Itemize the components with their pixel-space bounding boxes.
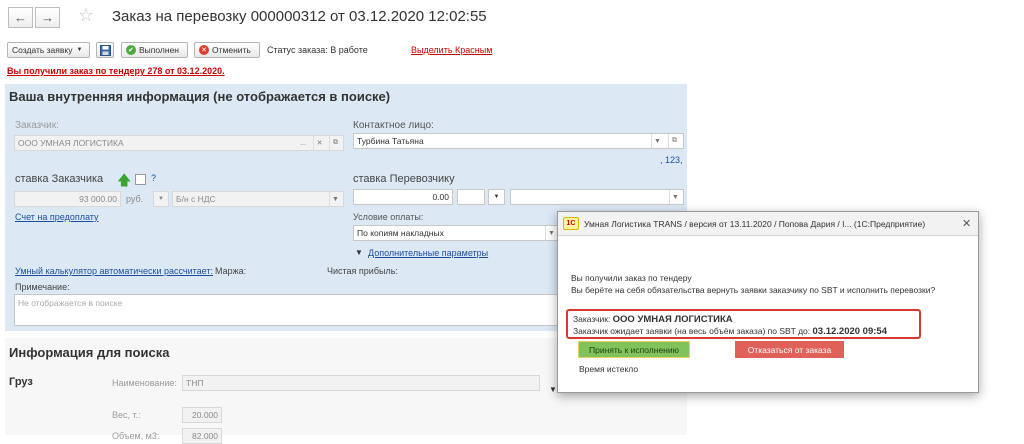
clear-icon: ✕ [313,136,325,150]
save-button[interactable] [96,42,114,58]
arrow-right-icon: → [41,10,54,25]
chevron-down-icon: ▼ [493,194,500,200]
customer-label: Заказчик: [15,120,59,131]
dialog-customer-name: ООО УМНАЯ ЛОГИСТИКА [612,314,733,325]
contact-label: Контактное лицо: [353,120,434,131]
dialog-customer-line: Заказчик: ООО УМНАЯ ЛОГИСТИКА [573,314,733,325]
internal-info-title: Ваша внутренняя информация (не отображае… [9,89,391,104]
cargo-name-label: Наименование: [112,378,177,388]
close-icon[interactable]: ✕ [962,217,971,230]
carrier-rate-field[interactable]: 0.00 [353,189,453,205]
currency-label: руб. [126,194,144,204]
chevron-down-icon: ▼ [76,47,83,53]
prepay-invoice-link[interactable]: Счет на предоплату [15,212,99,222]
chevron-down-icon[interactable]: ▼ [545,226,557,240]
volume-label: Объем, м3: [112,431,160,441]
dialog-deadline: 03.12.2020 09:54 [812,326,887,337]
done-button[interactable]: ✔ Выполнен [121,42,188,58]
app-logo-icon: 1С [563,217,579,230]
back-button[interactable]: ← [8,7,33,28]
contact-extra: , 123, [660,155,683,165]
weight-label: Вес, т.: [112,410,141,420]
dialog-line-2: Вы берёте на себя обязательства вернуть … [571,285,936,295]
chevron-down-icon[interactable]: ▼ [669,190,681,204]
select-button: ... [300,139,306,147]
payment-terms-label: Условие оплаты: [353,212,424,222]
expand-triangle-icon[interactable]: ▼ [355,248,363,257]
note-placeholder: Не отображается в поиске [18,298,123,308]
highlight-red-link[interactable]: Выделить Красным [411,45,492,55]
status-label: Статус заказа: В работе [267,45,368,55]
forward-button[interactable]: → [35,7,60,28]
note-label: Примечание: [15,282,70,292]
carrier-vat-field[interactable]: ▼ [510,189,684,205]
vat-value: Б/н с НДС [176,194,216,204]
net-profit-label: Чистая прибыль: [327,266,398,276]
accept-button[interactable]: Принять к исполнению [578,341,690,358]
dialog-title: Умная Логистика TRANS / версия от 13.11.… [584,219,926,229]
arrow-left-icon: ← [14,10,27,25]
customer-rate-checkbox[interactable] [135,174,146,185]
contact-field[interactable]: Турбина Татьяна ▼ ⧉ [353,133,684,149]
dialog-customer-prefix: Заказчик: [573,314,611,324]
customer-field: ООО УМНАЯ ЛОГИСТИКА ... ✕ ⧉ [14,135,344,151]
tender-notice[interactable]: Вы получили заказ по тендеру 278 от 03.1… [7,66,225,76]
cancel-button[interactable]: ✕ Отменить [194,42,260,58]
chevron-down-icon: ▼ [158,196,164,202]
cargo-name-field: ТНП [182,375,540,391]
payment-terms-value: По копиям накладных [357,228,444,238]
open-icon: ⧉ [329,136,341,150]
weight-field: 20.000 [182,407,222,423]
note-textarea[interactable]: Не отображается в поиске [14,294,560,326]
dialog-titlebar: 1С Умная Логистика TRANS / версия от 13.… [558,212,978,236]
customer-rate-field: 93 000.00 [14,191,121,207]
additional-params-link[interactable]: Дополнительные параметры [368,248,488,258]
dialog-waiting-text: Заказчик ожидает заявки (на весь объём з… [573,326,811,336]
smart-calculator-link[interactable]: Умный калькулятор автоматически рассчита… [15,266,213,276]
search-info-title: Информация для поиска [9,345,170,360]
carrier-currency-field[interactable] [457,189,485,205]
chevron-down-icon: ▼ [329,192,341,206]
contact-value: Турбина Татьяна [357,136,424,146]
cancel-icon: ✕ [199,45,209,55]
time-expired-label: Время истекло [579,364,639,374]
margin-label: Маржа: [215,266,247,276]
refuse-button[interactable]: Отказаться от заказа [735,341,844,358]
tender-dialog: 1С Умная Логистика TRANS / версия от 13.… [557,211,979,393]
check-icon: ✔ [126,45,136,55]
cargo-label: Груз [9,376,33,388]
dialog-deadline-line: Заказчик ожидает заявки (на весь объём з… [573,326,887,337]
currency-dropdown: ▼ [153,191,169,207]
volume-field: 82.000 [182,428,222,444]
carrier-currency-dropdown[interactable]: ▼ [488,189,505,205]
create-order-label: Создать заявку [12,45,73,55]
customer-rate-label: ставка Заказчика [15,173,104,185]
favorite-star-icon[interactable]: ☆ [78,5,94,26]
payment-terms-field[interactable]: По копиям накладных ▼ [353,225,558,241]
open-icon[interactable]: ⧉ [668,134,680,148]
done-label: Выполнен [139,45,179,55]
chevron-down-icon[interactable]: ▼ [651,134,663,148]
save-icon [99,44,111,56]
cancel-label: Отменить [212,45,251,55]
expand-triangle-icon[interactable]: ▼ [549,385,557,394]
customer-value: ООО УМНАЯ ЛОГИСТИКА [18,138,124,148]
create-order-button[interactable]: Создать заявку ▼ [7,42,90,58]
dialog-line-1: Вы получили заказ по тендеру [571,273,692,283]
customer-highlight-box: Заказчик: ООО УМНАЯ ЛОГИСТИКА Заказчик о… [566,309,921,339]
help-icon[interactable]: ? [151,173,156,183]
carrier-rate-label: ставка Перевозчику [353,173,455,185]
vat-field: Б/н с НДС ▼ [172,191,344,207]
page-title: Заказ на перевозку 000000312 от 03.12.20… [112,8,487,25]
